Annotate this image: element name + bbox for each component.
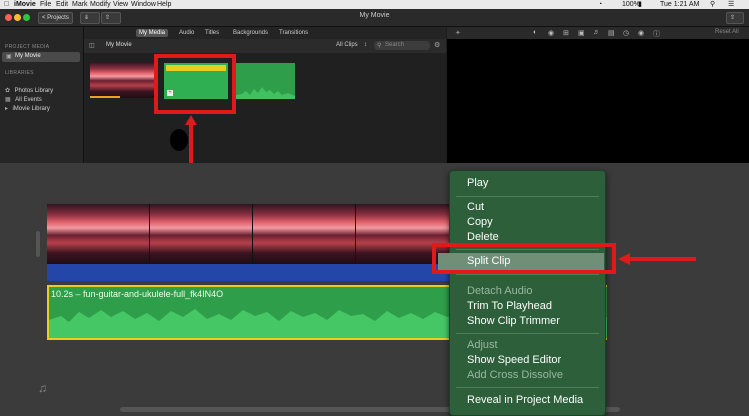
- video-audio-strip[interactable]: [47, 264, 467, 281]
- tab-my-media[interactable]: My Media: [136, 29, 169, 37]
- sidebar-item-imovie-library[interactable]: ▸ iMovie Library: [5, 97, 50, 115]
- tab-transitions[interactable]: Transitions: [276, 29, 311, 37]
- sidebar: PROJECT MEDIA ▣ My Movie LIBRARIES ✿ Pho…: [0, 27, 84, 163]
- info-icon[interactable]: ⓘ: [653, 29, 660, 39]
- menu-app[interactable]: iMovie: [14, 0, 36, 9]
- battery-icon: ▮: [638, 1, 642, 8]
- wifi-icon[interactable]: ◔: [598, 0, 602, 9]
- noise-reduction-icon[interactable]: ▤: [608, 29, 615, 37]
- filter-icon[interactable]: ◉: [638, 29, 644, 37]
- apple-icon[interactable]: : [4, 0, 9, 9]
- menu-view[interactable]: View: [113, 0, 128, 9]
- search-field[interactable]: ⚲ Search: [374, 41, 430, 50]
- color-balance-icon[interactable]: ◐: [533, 29, 537, 36]
- sidebar-toggle-icon[interactable]: ◫: [89, 42, 95, 49]
- viewer-canvas: [447, 39, 749, 163]
- menu-item-show-clip-trimmer[interactable]: Show Clip Trimmer: [467, 315, 560, 327]
- menu-item-show-speed-editor[interactable]: Show Speed Editor: [467, 354, 561, 366]
- menu-file[interactable]: File: [40, 0, 51, 9]
- notification-icon[interactable]: ☰: [728, 0, 734, 9]
- highlight-box-split-clip: [432, 243, 616, 274]
- film-icon: ▣: [6, 54, 12, 60]
- reset-all-button[interactable]: Reset All: [715, 29, 739, 35]
- search-icon[interactable]: ⚲: [710, 0, 715, 9]
- menu-window[interactable]: Window: [131, 0, 156, 9]
- arrow-left-annotation: [618, 253, 696, 265]
- menu-separator: [456, 387, 599, 388]
- menu-separator: [456, 274, 599, 275]
- media-clip-audio[interactable]: [236, 63, 295, 99]
- viewer-toolbar: ✦ ◐ ◉ ⊞ ▣ ♬ ▤ ◷ ◉ ⓘ Reset All: [447, 27, 749, 39]
- search-icon: ⚲: [377, 43, 382, 49]
- menu-item-add-cross-dissolve: Add Cross Dissolve: [467, 369, 563, 381]
- browser-title: My Movie: [106, 42, 132, 48]
- magic-wand-icon[interactable]: ✦: [455, 29, 461, 37]
- menu-item-trim-to-playhead[interactable]: Trim To Playhead: [467, 300, 552, 312]
- media-browser: +: [84, 53, 446, 163]
- timeline: 10.2s – fun-guitar-and-ukulele-full_fk4I…: [0, 163, 749, 416]
- menu-modify[interactable]: Modify: [90, 0, 111, 9]
- crop-icon[interactable]: ⊞: [563, 29, 569, 37]
- cursor-shadow: [170, 129, 188, 151]
- sidebar-item-my-movie[interactable]: ▣ My Movie: [2, 52, 80, 62]
- menu-separator: [456, 196, 599, 197]
- timeline-handle[interactable]: [36, 231, 40, 257]
- project-media-heading: PROJECT MEDIA: [5, 44, 50, 50]
- menu-item-play[interactable]: Play: [467, 177, 488, 189]
- chevron-down-icon: ↕: [364, 42, 367, 48]
- libraries-heading: LIBRARIES: [5, 70, 34, 76]
- clip-filter-select[interactable]: All Clips: [336, 42, 358, 48]
- share-export-icon[interactable]: ⇧: [726, 12, 744, 24]
- video-thumbnail: [47, 204, 151, 264]
- search-placeholder: Search: [385, 42, 405, 48]
- menu-help[interactable]: Help: [157, 0, 171, 9]
- menu-bar:  iMovie File Edit Mark Modify View Wind…: [0, 0, 749, 9]
- browser-header: ◫ My Movie All Clips ↕ ⚲ Search ⚙: [84, 39, 446, 53]
- video-thumbnail: [150, 204, 254, 264]
- volume-icon[interactable]: ♬: [593, 29, 600, 36]
- audio-clip-label: 10.2s – fun-guitar-and-ukulele-full_fk4I…: [51, 289, 224, 299]
- video-thumbnail: [253, 204, 357, 264]
- menu-mark[interactable]: Mark: [72, 0, 88, 9]
- menu-item-adjust: Adjust: [467, 339, 498, 351]
- clock[interactable]: Tue 1:21 AM: [660, 0, 699, 9]
- menu-item-cut[interactable]: Cut: [467, 201, 484, 213]
- window-title: My Movie: [359, 12, 390, 19]
- menu-separator: [456, 333, 599, 334]
- context-menu: Play Cut Copy Delete Split Clip Detach A…: [438, 170, 606, 416]
- music-note-icon: ♫: [38, 381, 47, 395]
- clip-used-indicator: [90, 96, 120, 98]
- menu-item-detach-audio: Detach Audio: [467, 285, 533, 297]
- media-tabs: My Media Audio Titles Backgrounds Transi…: [84, 27, 446, 39]
- stabilization-icon[interactable]: ▣: [578, 29, 585, 37]
- tab-audio[interactable]: Audio: [176, 29, 197, 37]
- audio-waveform: [236, 87, 295, 99]
- menu-item-delete[interactable]: Delete: [467, 231, 499, 243]
- speed-icon[interactable]: ◷: [623, 29, 629, 37]
- tab-backgrounds[interactable]: Backgrounds: [230, 29, 271, 37]
- toolbar: < Projects ⇓ ⇧ My Movie ⇧: [0, 9, 749, 27]
- sidebar-item-label: My Movie: [15, 53, 41, 59]
- menu-edit[interactable]: Edit: [56, 0, 68, 9]
- media-clip-sunset[interactable]: [90, 62, 155, 98]
- settings-icon[interactable]: ⚙: [434, 41, 440, 49]
- menu-item-reveal-in-project-media[interactable]: Reveal in Project Media: [467, 394, 583, 406]
- color-correction-icon[interactable]: ◉: [548, 29, 554, 37]
- disclosure-triangle-icon[interactable]: ▸: [5, 106, 8, 112]
- video-clip[interactable]: [47, 204, 467, 264]
- highlight-box-media: [154, 54, 236, 114]
- menu-item-copy[interactable]: Copy: [467, 216, 493, 228]
- sidebar-item-label: iMovie Library: [12, 106, 50, 112]
- tab-titles[interactable]: Titles: [202, 29, 222, 37]
